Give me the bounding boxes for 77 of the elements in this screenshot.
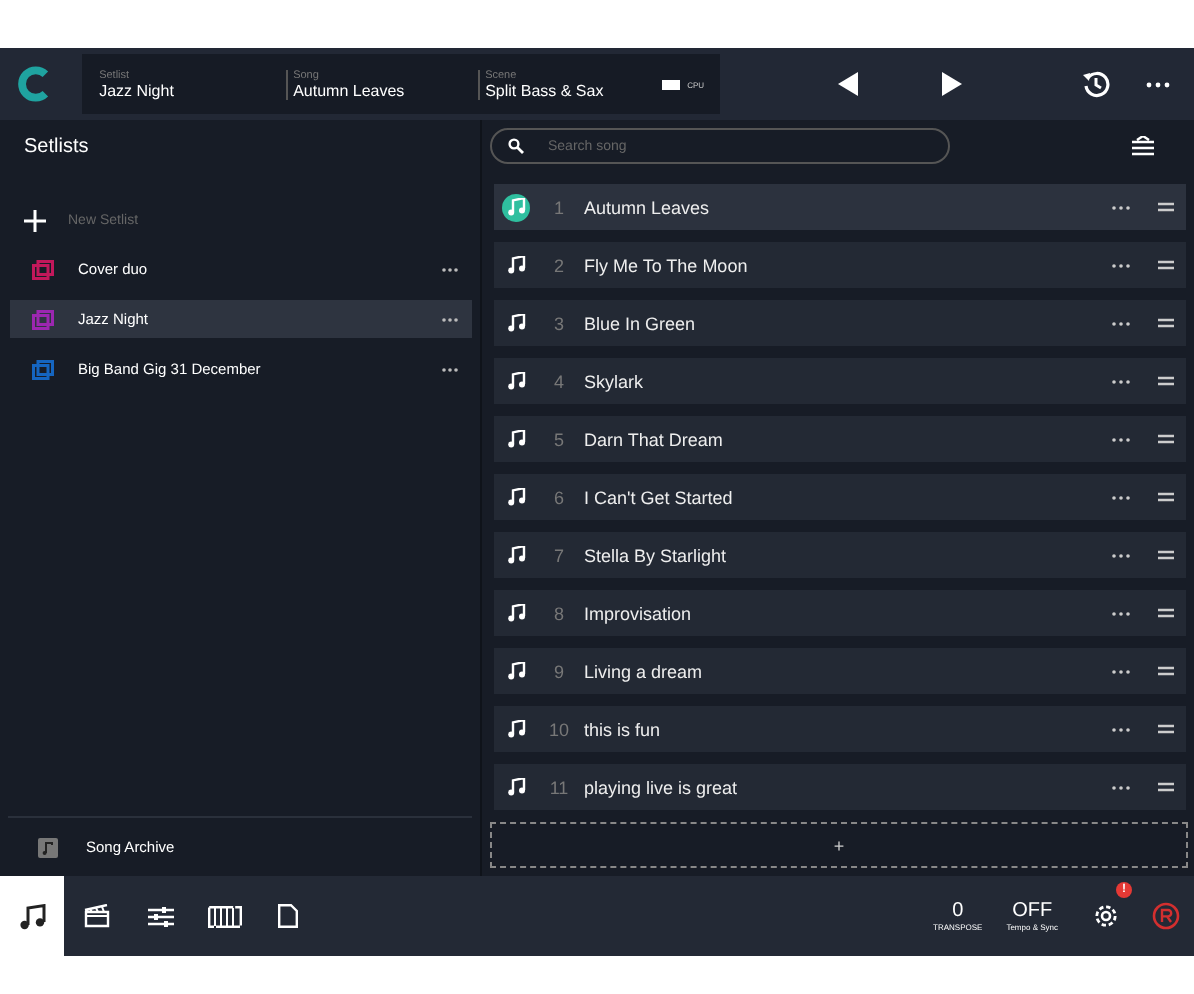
music-note-icon xyxy=(502,483,530,511)
song-row[interactable]: 6 I Can't Get Started xyxy=(494,474,1186,520)
song-number: 10 xyxy=(546,719,571,739)
song-number: 11 xyxy=(547,777,571,797)
music-note-icon xyxy=(502,367,530,395)
drag-handle-icon[interactable] xyxy=(1158,318,1174,328)
drag-handle-icon[interactable] xyxy=(1158,550,1174,560)
plus-icon xyxy=(24,209,46,231)
cpu-meter-icon xyxy=(661,79,680,89)
drag-handle-icon[interactable] xyxy=(1158,492,1174,502)
song-row[interactable]: 11 playing live is great xyxy=(494,764,1186,810)
music-note-icon xyxy=(502,657,530,685)
song-row[interactable]: 4 Skylark xyxy=(494,358,1186,404)
more-icon xyxy=(1146,81,1171,87)
drag-handle-icon[interactable] xyxy=(1158,260,1174,270)
clapperboard-icon xyxy=(83,904,109,928)
keyboard-icon xyxy=(207,905,241,927)
song-title: Skylark xyxy=(584,371,646,391)
song-row[interactable]: 3 Blue In Green xyxy=(494,300,1186,346)
song-row[interactable]: 1 Autumn Leaves xyxy=(494,184,1186,230)
drag-handle-icon[interactable] xyxy=(1158,376,1174,386)
song-title: Fly Me To The Moon xyxy=(584,255,750,275)
sidebar-title: Setlists xyxy=(22,134,91,162)
song-title: this is fun xyxy=(584,719,663,739)
add-song-button[interactable]: + xyxy=(490,822,1188,868)
music-note-icon xyxy=(502,309,530,337)
field-value: Split Bass & Sax xyxy=(485,81,606,99)
song-number: 2 xyxy=(551,255,566,275)
song-number: 5 xyxy=(551,429,566,449)
song-number: 4 xyxy=(551,371,566,391)
drag-handle-icon[interactable] xyxy=(1158,434,1174,444)
song-title: Stella By Starlight xyxy=(584,545,729,565)
song-number: 9 xyxy=(551,661,566,681)
sliders-icon xyxy=(147,905,173,927)
field-value: Jazz Night xyxy=(99,81,176,99)
song-title: Living a dream xyxy=(584,661,705,681)
music-note-icon xyxy=(19,903,45,929)
drag-handle-icon[interactable] xyxy=(1158,782,1174,792)
song-row[interactable]: 5 Darn That Dream xyxy=(494,416,1186,462)
song-title: I Can't Get Started xyxy=(584,487,735,507)
song-row[interactable]: 10 this is fun xyxy=(494,706,1186,752)
settings-icon xyxy=(1092,902,1120,930)
music-note-icon xyxy=(502,541,530,569)
song-number: 1 xyxy=(551,197,566,217)
song-title: Autumn Leaves xyxy=(584,197,712,217)
music-note-icon xyxy=(502,193,530,221)
music-note-icon xyxy=(502,773,530,801)
song-title: Improvisation xyxy=(584,603,694,623)
music-note-icon xyxy=(502,425,530,453)
song-number: 6 xyxy=(551,487,566,507)
music-note-icon xyxy=(502,251,530,279)
song-row[interactable]: 2 Fly Me To The Moon xyxy=(494,242,1186,288)
left-triangle-icon xyxy=(837,72,858,96)
drag-handle-icon[interactable] xyxy=(1158,608,1174,618)
note-tab[interactable] xyxy=(0,876,64,956)
field-value: Autumn Leaves xyxy=(293,81,407,99)
drag-handle-icon[interactable] xyxy=(1158,724,1174,734)
music-note-icon xyxy=(502,599,530,627)
circled-r-icon xyxy=(1152,902,1180,930)
history-icon xyxy=(1081,70,1110,98)
song-number: 3 xyxy=(551,313,566,333)
right-triangle-icon xyxy=(941,72,962,96)
song-number: 7 xyxy=(551,545,566,565)
page-icon xyxy=(278,904,298,928)
drag-handle-icon[interactable] xyxy=(1158,202,1174,212)
song-row[interactable]: 8 Improvisation xyxy=(494,590,1186,636)
song-title: playing live is great xyxy=(584,777,740,797)
song-title: Blue In Green xyxy=(584,313,698,333)
music-note-icon xyxy=(502,715,530,743)
search-icon xyxy=(508,138,524,154)
song-row[interactable]: 7 Stella By Starlight xyxy=(494,532,1186,578)
sort-icon xyxy=(1131,136,1153,156)
song-row[interactable]: 9 Living a dream xyxy=(494,648,1186,694)
archive-icon xyxy=(38,837,58,857)
drag-handle-icon[interactable] xyxy=(1158,666,1174,676)
song-number: 8 xyxy=(551,603,566,623)
song-title: Darn That Dream xyxy=(584,429,725,449)
